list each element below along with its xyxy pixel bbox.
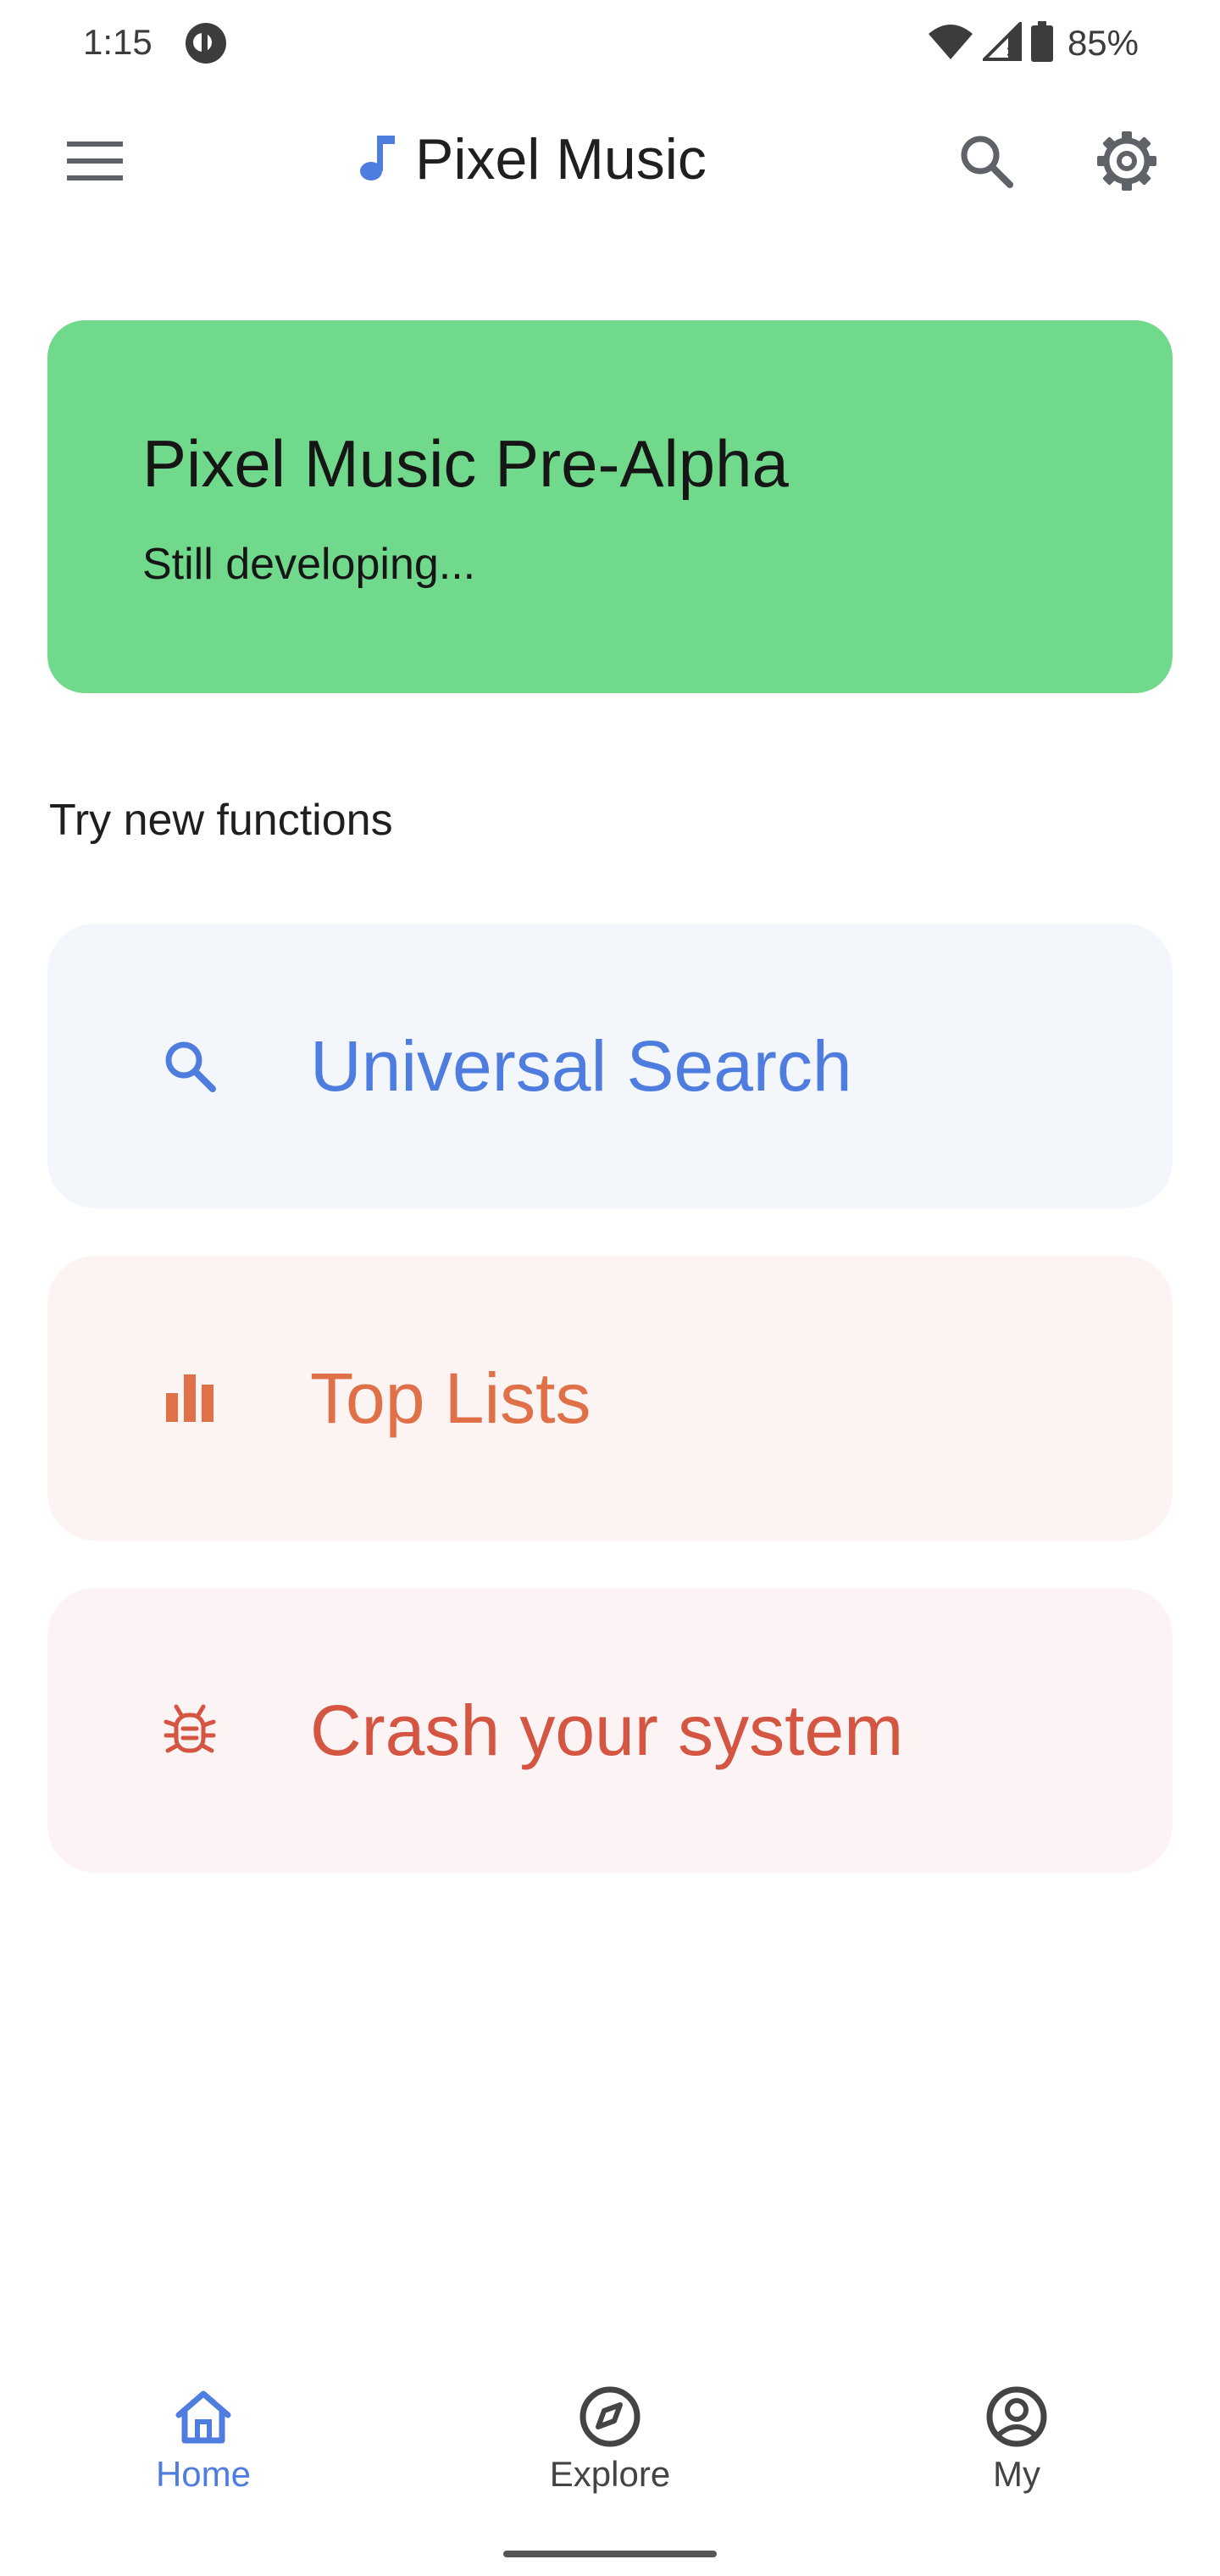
settings-button[interactable] [1086, 122, 1167, 203]
universal-search-label: Universal Search [310, 1026, 852, 1106]
privacy-indicator-icon [185, 22, 227, 64]
section-heading: Try new functions [49, 796, 393, 845]
status-time: 1:15 [83, 22, 152, 62]
top-lists-card[interactable]: Top Lists [47, 1256, 1173, 1541]
compass-icon [574, 2381, 646, 2452]
banner-title: Pixel Music Pre-Alpha [142, 426, 789, 501]
search-icon [147, 1024, 232, 1108]
music-note-icon [359, 134, 396, 186]
menu-button[interactable] [59, 127, 130, 198]
bottom-navigation: Home Explore My [0, 2373, 1220, 2542]
nav-item-home[interactable]: Home [102, 2381, 305, 2534]
search-button[interactable] [946, 122, 1027, 203]
menu-icon [67, 141, 123, 185]
battery-percentage: 85% [1067, 23, 1139, 63]
battery-icon [1030, 20, 1054, 66]
nav-label-my: My [993, 2454, 1040, 2494]
settings-icon [1095, 130, 1158, 197]
top-app-bar: Pixel Music [0, 93, 1220, 215]
search-icon [958, 133, 1014, 193]
nav-label-explore: Explore [549, 2454, 671, 2494]
app-title-group: Pixel Music [359, 117, 707, 202]
home-icon [168, 2381, 239, 2452]
universal-search-card[interactable]: Universal Search [47, 924, 1173, 1208]
bug-icon [147, 1688, 232, 1773]
pre-alpha-banner: Pixel Music Pre-Alpha Still developing..… [47, 320, 1173, 693]
crash-system-label: Crash your system [310, 1690, 904, 1770]
gesture-handle[interactable] [503, 2551, 717, 2557]
nav-item-my[interactable]: My [915, 2381, 1118, 2534]
account-circle-icon [981, 2381, 1052, 2452]
bar-chart-icon [147, 1356, 232, 1441]
nav-label-home: Home [155, 2454, 252, 2494]
nav-item-explore[interactable]: Explore [508, 2381, 712, 2534]
status-indicators: 85% [927, 19, 1139, 68]
status-bar: 1:15 85% [0, 0, 1220, 85]
crash-system-card[interactable]: Crash your system [47, 1588, 1173, 1873]
cell-signal-icon [980, 19, 1022, 65]
banner-subtitle: Still developing... [142, 540, 476, 589]
app-title: Pixel Music [415, 127, 707, 192]
top-lists-label: Top Lists [310, 1358, 591, 1438]
wifi-icon [927, 22, 974, 65]
